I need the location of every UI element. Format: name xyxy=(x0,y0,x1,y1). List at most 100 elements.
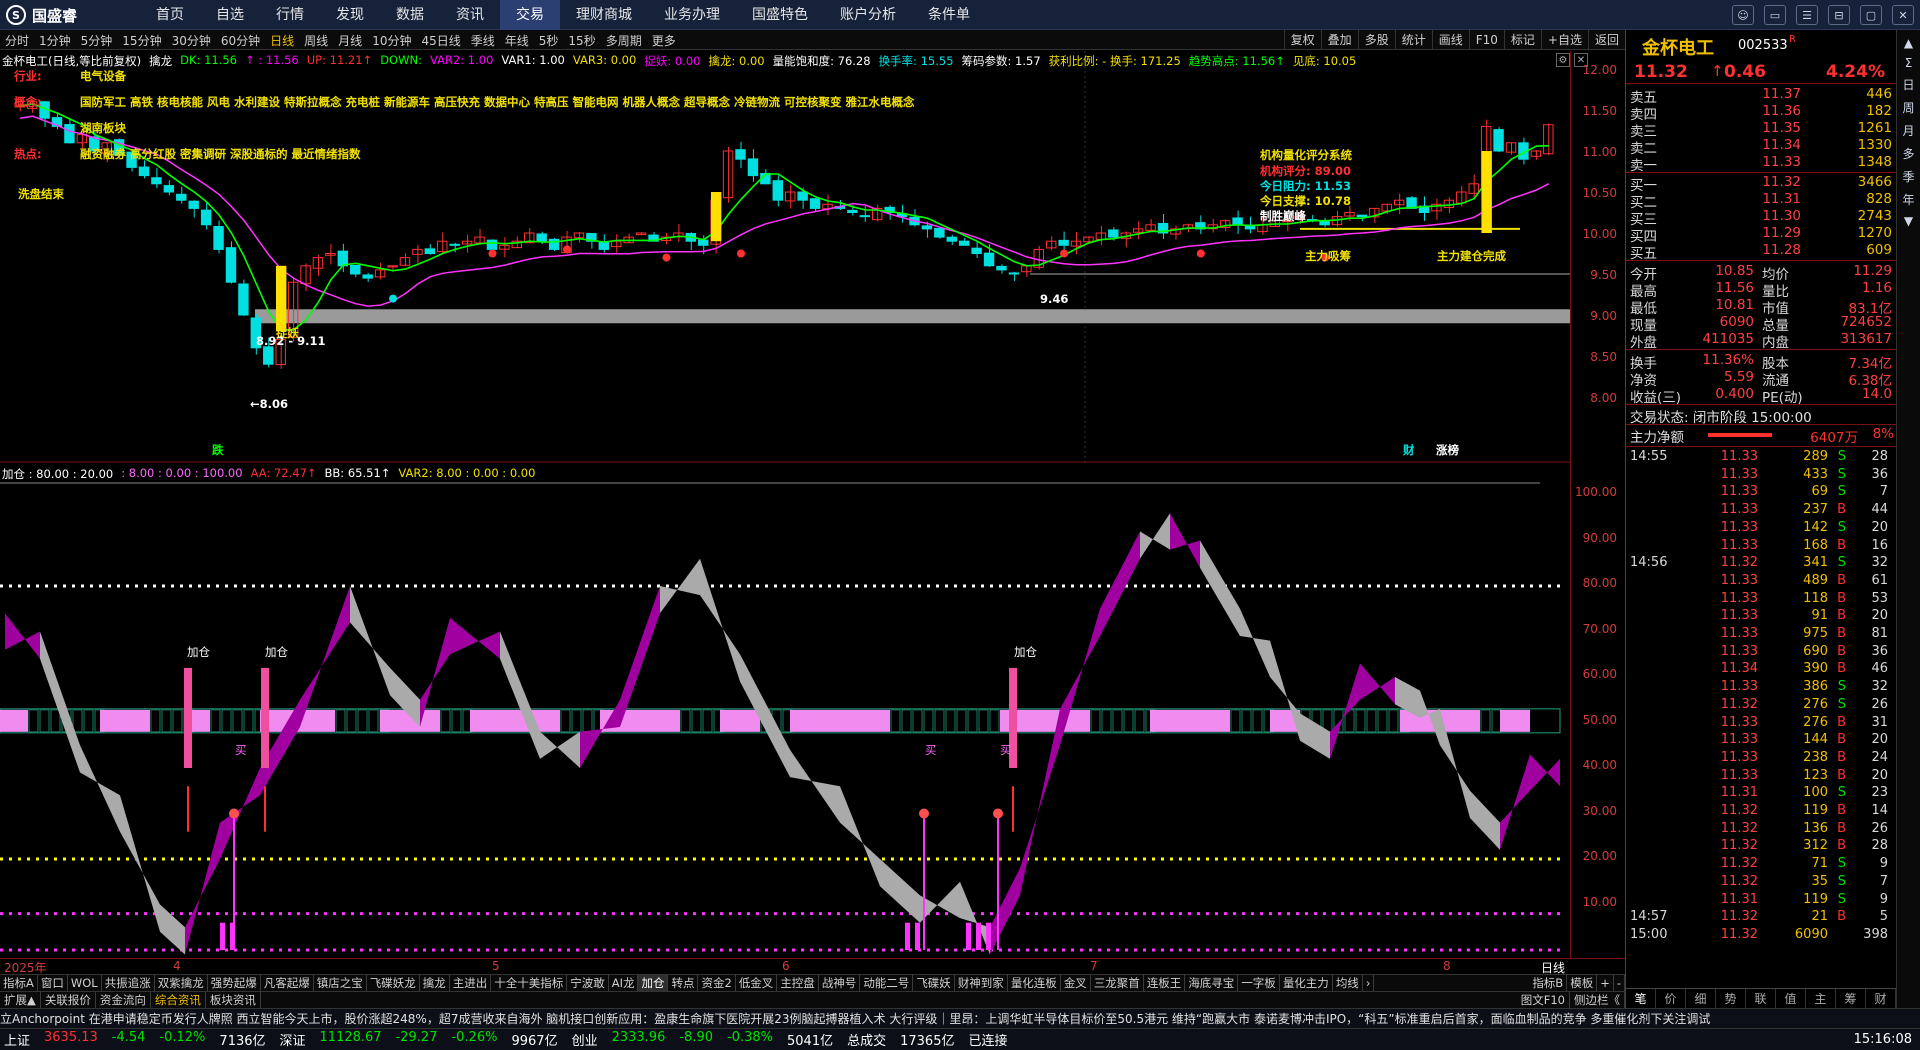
indicator-tab[interactable]: 资金2 xyxy=(698,975,736,991)
nav-item[interactable]: 发现 xyxy=(320,0,380,30)
indicator-tab[interactable]: 十全十美指标 xyxy=(491,975,568,991)
indicator-tab[interactable]: 三龙聚首 xyxy=(1091,975,1144,991)
chart-tool-button[interactable]: 复权 xyxy=(1283,30,1321,50)
f10-button[interactable]: 图文F10 xyxy=(1517,992,1570,1008)
period-tab[interactable]: 15分钟 xyxy=(117,32,166,49)
minimize-icon[interactable]: ⊟ xyxy=(1828,5,1850,25)
user-icon[interactable]: ☺ xyxy=(1732,5,1754,25)
bid-row[interactable]: 买五 11.28 609 xyxy=(1626,242,1896,262)
period-tab[interactable]: 45日线 xyxy=(416,32,465,49)
indicator-tab[interactable]: 窗口 xyxy=(38,975,68,991)
indicator-tab[interactable]: 动能二号 xyxy=(860,975,914,991)
nav-item[interactable]: 国盛特色 xyxy=(736,0,824,30)
sidebar-button[interactable]: 月 xyxy=(1897,122,1920,139)
chart-tool-button[interactable]: 叠加 xyxy=(1320,30,1358,50)
indicator-chart[interactable] xyxy=(0,463,1625,958)
sidebar-button[interactable]: 日 xyxy=(1897,76,1920,93)
chart-tool-button[interactable]: F10 xyxy=(1468,30,1504,50)
news-ticker[interactable]: 立Anchorpoint 在港申请稳定币发行人牌照 西立智能今天上市，股价涨超2… xyxy=(0,1008,1920,1028)
quote-tab[interactable]: 势 xyxy=(1716,989,1746,1008)
indicator-tab[interactable]: 镇店之宝 xyxy=(314,975,367,991)
sidebar-button[interactable]: 多 xyxy=(1897,145,1920,162)
menu-icon[interactable]: ☰ xyxy=(1796,5,1818,25)
indicator-tab[interactable]: 海底寻宝 xyxy=(1185,975,1239,991)
info-tab[interactable]: 资金流向 xyxy=(96,992,151,1008)
nav-item[interactable]: 数据 xyxy=(380,0,440,30)
nav-item[interactable]: 理财商城 xyxy=(560,0,648,30)
period-tab[interactable]: 日线 xyxy=(265,32,299,49)
quote-tab[interactable]: 笔 xyxy=(1626,989,1656,1008)
bid-row[interactable]: 买一 11.32 3466 xyxy=(1626,174,1896,194)
quote-tab[interactable]: 价 xyxy=(1656,989,1686,1008)
indicator-tab[interactable]: AI龙 xyxy=(609,975,639,991)
template-button[interactable]: 模板 xyxy=(1567,975,1598,991)
chart-tool-button[interactable]: 返回 xyxy=(1587,30,1625,50)
sidebar-button[interactable]: ▲ xyxy=(1897,36,1920,50)
ask-row[interactable]: 卖三 11.35 1261 xyxy=(1626,120,1896,140)
close-icon[interactable]: ✕ xyxy=(1892,5,1914,25)
indicator-tab[interactable]: 转点 xyxy=(668,975,699,991)
indicator-tab[interactable]: 低金叉 xyxy=(736,975,778,991)
bid-row[interactable]: 买四 11.29 1270 xyxy=(1626,225,1896,245)
sidebar-button[interactable]: 周 xyxy=(1897,99,1920,116)
period-tab[interactable]: 60分钟 xyxy=(216,32,265,49)
indicator-tab[interactable]: 量化连板 xyxy=(1008,975,1061,991)
ask-row[interactable]: 卖一 11.33 1348 xyxy=(1626,154,1896,174)
period-tab[interactable]: 年线 xyxy=(500,32,534,49)
period-tab[interactable]: 1分钟 xyxy=(34,32,76,49)
indicator-tab[interactable]: › xyxy=(1363,975,1375,991)
period-tab[interactable]: 周线 xyxy=(299,32,333,49)
template-button[interactable]: - xyxy=(1614,975,1625,991)
f10-button[interactable]: 侧边栏《 xyxy=(1570,992,1625,1008)
info-tab[interactable]: 板块资讯 xyxy=(206,992,261,1008)
indicator-tab[interactable]: 主进出 xyxy=(450,975,492,991)
template-button[interactable]: + xyxy=(1597,975,1614,991)
chart-tool-button[interactable]: 画线 xyxy=(1431,30,1469,50)
nav-item[interactable]: 账户分析 xyxy=(824,0,912,30)
sidebar-button[interactable]: 年 xyxy=(1897,191,1920,208)
maximize-icon[interactable]: ▢ xyxy=(1860,5,1882,25)
info-tab[interactable]: 扩展▲ xyxy=(0,992,41,1008)
indicator-tab[interactable]: 共振追涨 xyxy=(102,975,155,991)
indicator-tab[interactable]: 擒龙 xyxy=(420,975,450,991)
period-tab[interactable]: 10分钟 xyxy=(367,32,416,49)
nav-item[interactable]: 交易 xyxy=(500,0,560,30)
chart-tool-button[interactable]: 多股 xyxy=(1357,30,1395,50)
ask-row[interactable]: 卖二 11.34 1330 xyxy=(1626,137,1896,157)
kline-chart[interactable] xyxy=(0,51,1625,463)
window-icon[interactable]: ▭ xyxy=(1764,5,1786,25)
chart-tool-button[interactable]: +自选 xyxy=(1540,30,1588,50)
quote-tab[interactable]: 筹 xyxy=(1836,989,1866,1008)
nav-item[interactable]: 条件单 xyxy=(912,0,986,30)
indicator-tab[interactable]: WOL xyxy=(68,975,102,991)
indicator-tab[interactable]: 加仓 xyxy=(638,975,669,991)
indicator-tab[interactable]: 双紫擒龙 xyxy=(155,975,208,991)
period-tab[interactable]: 15秒 xyxy=(563,32,600,49)
sidebar-button[interactable]: Σ xyxy=(1897,56,1920,70)
indicator-tab[interactable]: 均线 xyxy=(1333,975,1363,991)
nav-item[interactable]: 业务办理 xyxy=(648,0,736,30)
settings-icon[interactable]: ⚙ xyxy=(1556,53,1570,67)
indicator-tab[interactable]: 宁波敢 xyxy=(567,975,609,991)
indicator-tab[interactable]: 战神号 xyxy=(819,975,861,991)
period-tab[interactable]: 更多 xyxy=(647,32,681,49)
indicator-tab[interactable]: 指标A xyxy=(0,975,38,991)
indicator-tab[interactable]: 财神到家 xyxy=(955,975,1008,991)
quote-tab[interactable]: 主 xyxy=(1806,989,1836,1008)
period-tab[interactable]: 5秒 xyxy=(534,32,564,49)
period-tab[interactable]: 分时 xyxy=(0,32,34,49)
indicator-tab[interactable]: 量化主力 xyxy=(1280,975,1333,991)
period-tab[interactable]: 5分钟 xyxy=(76,32,118,49)
info-tab[interactable]: 综合资讯 xyxy=(151,992,206,1008)
quote-tab[interactable]: 值 xyxy=(1776,989,1806,1008)
period-tab[interactable]: 多周期 xyxy=(601,32,647,49)
nav-item[interactable]: 资讯 xyxy=(440,0,500,30)
info-tab[interactable]: 关联报价 xyxy=(41,992,96,1008)
period-tab[interactable]: 季线 xyxy=(466,32,500,49)
chart-tool-button[interactable]: 标记 xyxy=(1503,30,1541,50)
quote-tab[interactable]: 联 xyxy=(1746,989,1776,1008)
sidebar-button[interactable]: 季 xyxy=(1897,168,1920,185)
sidebar-button[interactable]: ▼ xyxy=(1897,214,1920,228)
indicator-tab[interactable]: 一字板 xyxy=(1238,975,1280,991)
indicator-tab[interactable]: 连板王 xyxy=(1144,975,1186,991)
